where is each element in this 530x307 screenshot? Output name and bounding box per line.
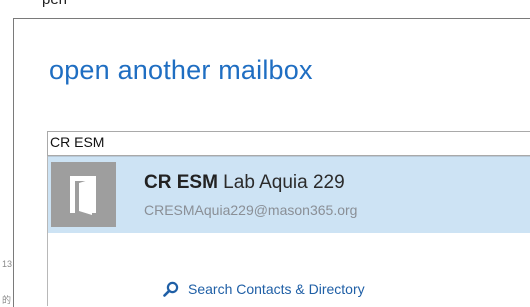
background-peek-text: pen — [42, 0, 67, 8]
suggestion-email: CRESMAquia229@mason365.org — [144, 202, 358, 218]
background-window-edge: pen — [0, 0, 530, 18]
suggestion-item[interactable]: CR ESM Lab Aquia 229 CRESMAquia229@mason… — [48, 156, 530, 233]
suggestion-name-rest: Lab Aquia 229 — [217, 172, 345, 193]
dialog-title: open another mailbox — [49, 55, 313, 85]
open-mailbox-dialog: open another mailbox CR ESM CR ESM Lab A… — [13, 18, 530, 307]
suggestion-dropdown: CR ESM Lab Aquia 229 CRESMAquia229@mason… — [47, 156, 530, 306]
search-directory-label: Search Contacts & Directory — [188, 281, 365, 297]
background-mark: 13 — [2, 259, 13, 269]
background-left-strip: 13 的 — [0, 215, 13, 307]
search-directory-link[interactable]: Search Contacts & Directory — [163, 281, 365, 297]
suggestion-name: CR ESM Lab Aquia 229 — [144, 172, 345, 194]
search-icon — [163, 281, 179, 297]
mailbox-search-input[interactable]: CR ESM — [47, 131, 530, 156]
background-mark: 的 — [2, 295, 12, 305]
suggestion-name-match: CR ESM — [144, 172, 218, 193]
door-icon — [51, 162, 116, 227]
